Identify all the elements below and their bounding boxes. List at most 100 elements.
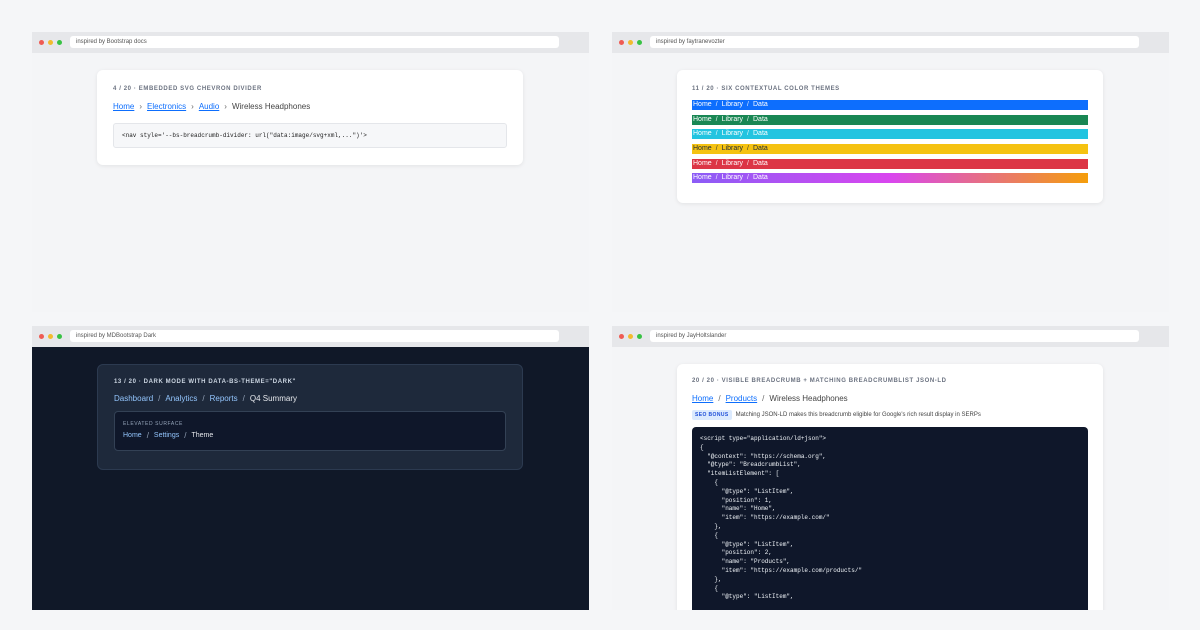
maximize-dot-icon[interactable] (637, 40, 642, 45)
seo-note: SEO BONUS Matching JSON-LD makes this br… (692, 410, 1088, 420)
breadcrumb-separator: / (747, 115, 749, 123)
breadcrumb-item-current: Theme (191, 432, 214, 439)
breadcrumb-elevated: Home / Settings / Theme (123, 431, 497, 440)
code-line: "item": "https://example.com/products/" (700, 566, 863, 574)
breadcrumb-item-home[interactable]: Home (113, 102, 134, 111)
theme-breadcrumb-row: Home / Library / Data (692, 144, 1088, 155)
breadcrumb-separator: / (718, 394, 721, 403)
code-line: "itemListElement": [ (700, 470, 780, 478)
breadcrumb-item-home[interactable]: Home (123, 432, 142, 439)
address-bar[interactable]: inspired by Bootstrap docs (70, 36, 559, 48)
breadcrumb-item[interactable]: Home (693, 115, 712, 125)
code-line: { (700, 443, 704, 451)
code-line: "@type": "ListItem", (700, 593, 794, 601)
minimize-dot-icon[interactable] (48, 40, 53, 45)
breadcrumb-item-products[interactable]: Products (726, 394, 758, 403)
breadcrumb-item: Data (753, 174, 768, 182)
maximize-dot-icon[interactable] (57, 334, 62, 339)
demo-eyebrow: 13 / 20 · DARK MODE WITH DATA-BS-THEME="… (114, 379, 296, 385)
breadcrumb-item[interactable]: Home (693, 159, 712, 169)
theme-breadcrumb-row: Home / Library / Data (692, 114, 1088, 125)
browser-window-3: inspired by MDBootstrap Dark 13 / 20 · D… (32, 326, 589, 610)
breadcrumb-item-dashboard[interactable]: Dashboard (114, 394, 153, 403)
breadcrumb-separator: / (715, 145, 718, 153)
breadcrumb-separator: / (715, 101, 718, 108)
chevron-right-icon: › (139, 102, 143, 111)
breadcrumb-item-current: Wireless Headphones (769, 394, 848, 403)
breadcrumb-item-current: Q4 Summary (249, 394, 297, 403)
close-dot-icon[interactable] (619, 334, 624, 339)
maximize-dot-icon[interactable] (637, 334, 642, 339)
breadcrumb-separator: / (747, 174, 749, 182)
demo-card-dark: 13 / 20 · DARK MODE WITH DATA-BS-THEME="… (97, 364, 523, 470)
close-dot-icon[interactable] (39, 334, 44, 339)
breadcrumb-item: Data (753, 115, 768, 123)
browser-chrome: inspired by JayHoltslander (612, 326, 1169, 347)
breadcrumb-item: Data (753, 101, 768, 108)
seo-badge: SEO BONUS (692, 410, 732, 420)
breadcrumb-item[interactable]: Home (693, 173, 712, 183)
chevron-right-icon: › (191, 102, 194, 111)
breadcrumb-item[interactable]: Library (722, 115, 743, 125)
breadcrumb-separator: / (715, 115, 718, 123)
breadcrumb-separator: / (242, 394, 245, 403)
breadcrumb-item: Data (753, 145, 768, 153)
breadcrumb-item[interactable]: Library (722, 129, 743, 139)
code-snippet: <nav style='--bs-breadcrumb-divider: url… (113, 123, 507, 148)
breadcrumb-item[interactable]: Library (722, 159, 743, 169)
close-dot-icon[interactable] (39, 40, 44, 45)
minimize-dot-icon[interactable] (628, 40, 633, 45)
breadcrumb-separator: / (747, 145, 749, 153)
demo-card: 4 / 20 · EMBEDDED SVG CHEVRON DIVIDER Ho… (97, 70, 523, 165)
breadcrumb-separator: / (747, 159, 749, 167)
demo-eyebrow: 20 / 20 · VISIBLE BREADCRUMB + MATCHING … (692, 378, 947, 384)
breadcrumb-item-reports[interactable]: Reports (210, 394, 238, 403)
json-ld-code-block: <script type="application/ld+json">{ "@c… (692, 427, 1088, 610)
breadcrumb-item[interactable]: Home (693, 144, 712, 154)
breadcrumb-item-audio[interactable]: Audio (199, 102, 219, 111)
breadcrumb-item[interactable]: Library (722, 100, 743, 110)
demo-card: 20 / 20 · VISIBLE BREADCRUMB + MATCHING … (677, 364, 1103, 610)
breadcrumb-separator: / (184, 431, 187, 440)
breadcrumb-item-settings[interactable]: Settings (154, 432, 179, 439)
breadcrumb-item[interactable]: Home (693, 129, 712, 139)
code-line: "@type": "ListItem", (700, 487, 794, 495)
maximize-dot-icon[interactable] (57, 40, 62, 45)
browser-chrome: inspired by faytranevozter (612, 32, 1169, 53)
breadcrumb-separator: / (715, 174, 718, 182)
code-line: }, (700, 575, 722, 583)
breadcrumb-item-home[interactable]: Home (692, 394, 713, 403)
breadcrumb-separator: / (146, 431, 149, 440)
breadcrumb-separator: / (762, 394, 765, 403)
theme-breadcrumb-row: Home / Library / Data (692, 173, 1088, 184)
minimize-dot-icon[interactable] (628, 334, 633, 339)
close-dot-icon[interactable] (619, 40, 624, 45)
chevron-right-icon: › (224, 102, 227, 111)
code-line: "position": 2, (700, 549, 773, 557)
breadcrumb-item-electronics[interactable]: Electronics (147, 102, 186, 111)
code-line: "name": "Products", (700, 558, 791, 566)
breadcrumb-separator: / (747, 101, 749, 108)
minimize-dot-icon[interactable] (48, 334, 53, 339)
breadcrumb-item-analytics[interactable]: Analytics (165, 394, 197, 403)
address-bar[interactable]: inspired by JayHoltslander (650, 330, 1139, 342)
address-bar[interactable]: inspired by MDBootstrap Dark (70, 330, 559, 342)
breadcrumb-item[interactable]: Home (693, 100, 712, 110)
code-line: <script type="application/ld+json"> (700, 435, 827, 442)
code-line: "position": 1, (700, 496, 773, 504)
theme-list: Home / Library / Data Home / Library / Data Home / L… (692, 100, 1088, 184)
theme-breadcrumb-row: Home / Library / Data (692, 100, 1088, 110)
browser-chrome: inspired by MDBootstrap Dark (32, 326, 589, 347)
breadcrumb: Dashboard / Analytics / Reports / Q4 Sum… (114, 394, 506, 403)
browser-window-4: inspired by JayHoltslander 20 / 20 · VIS… (612, 326, 1169, 610)
code-line: "@type": "ListItem", (700, 540, 794, 548)
code-line: "@context": "https://schema.org", (700, 452, 827, 460)
code-line: { (700, 531, 719, 539)
breadcrumb-item: Data (753, 130, 768, 138)
breadcrumb-item[interactable]: Library (722, 144, 743, 154)
breadcrumb-item[interactable]: Library (722, 173, 743, 183)
address-bar[interactable]: inspired by faytranevozter (650, 36, 1139, 48)
breadcrumb-item-current: Wireless Headphones (231, 102, 311, 111)
browser-window-2: inspired by faytranevozter 11 / 20 · SIX… (612, 32, 1169, 312)
demo-card: 11 / 20 · SIX CONTEXTUAL COLOR THEMES Ho… (677, 70, 1103, 203)
